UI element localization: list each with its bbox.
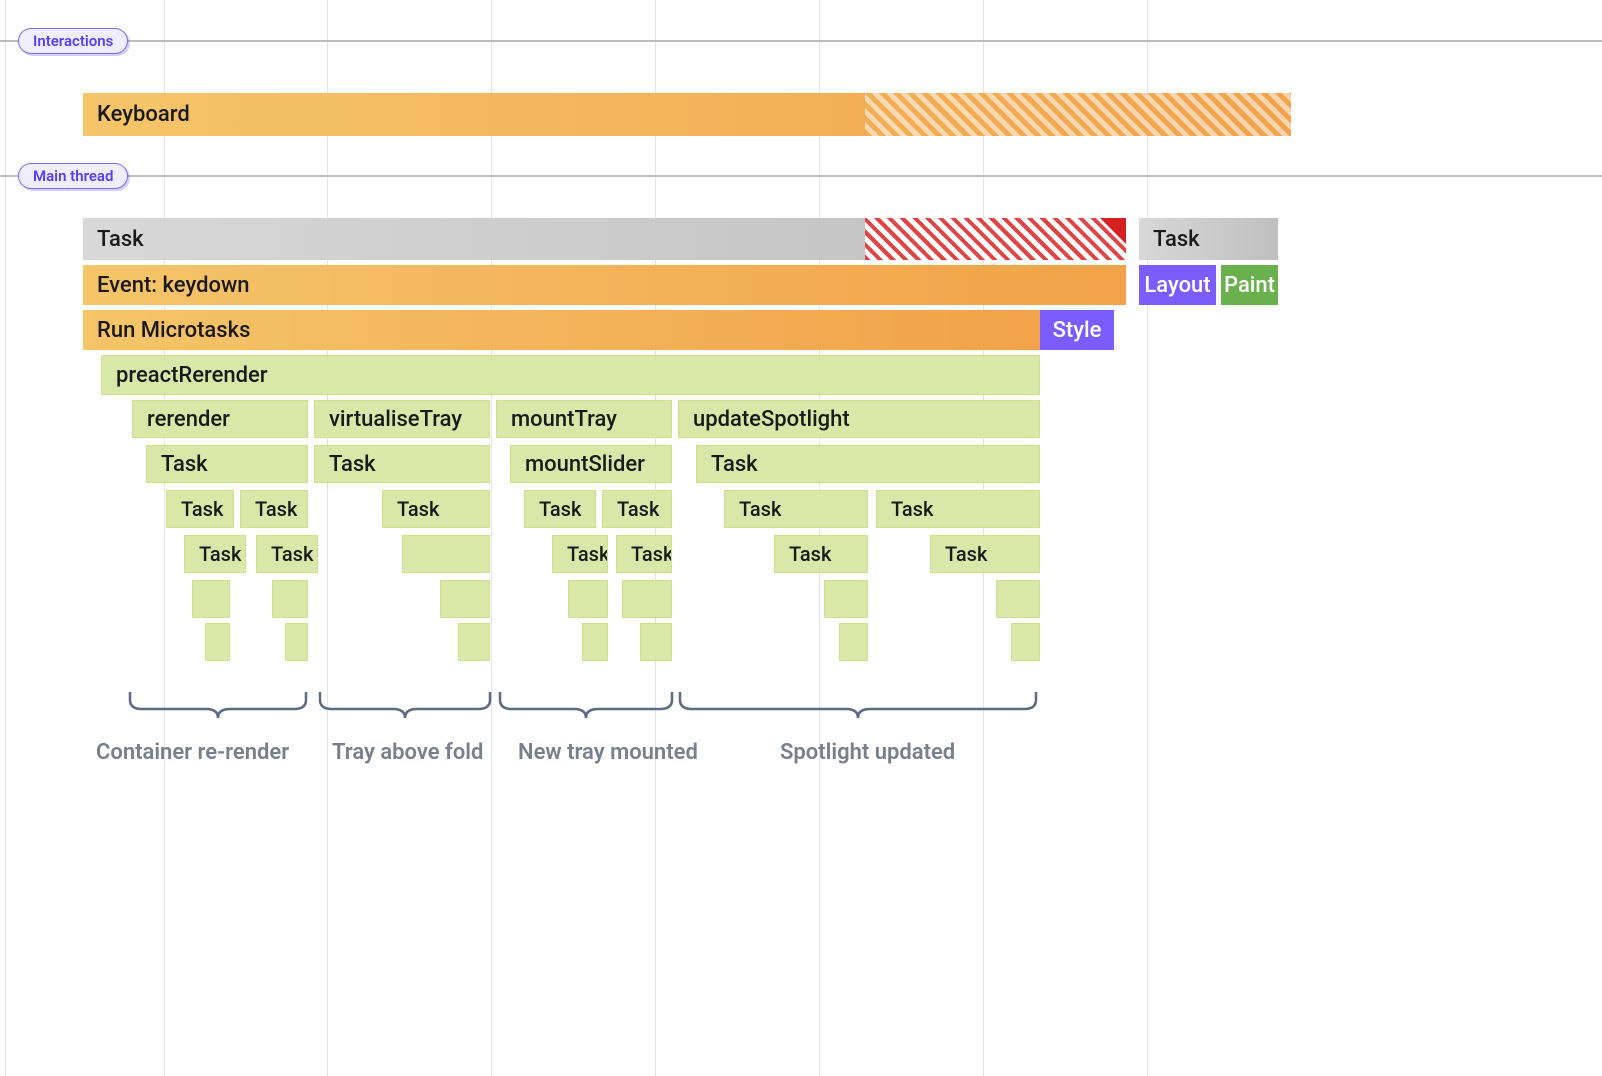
annotation-label-2: New tray mounted: [518, 740, 698, 765]
annotation-braces: [0, 0, 1602, 1076]
annotation-brace-3: [680, 692, 1036, 718]
annotation-brace-2: [500, 692, 672, 718]
performance-trace-canvas: Interactions Keyboard Main thread Task T…: [0, 0, 1602, 1076]
annotation-brace-0: [130, 692, 306, 718]
annotation-label-0: Container re-render: [96, 740, 289, 765]
annotation-label-3: Spotlight updated: [780, 740, 955, 765]
annotation-label-1: Tray above fold: [332, 740, 483, 765]
annotation-brace-1: [320, 692, 490, 718]
